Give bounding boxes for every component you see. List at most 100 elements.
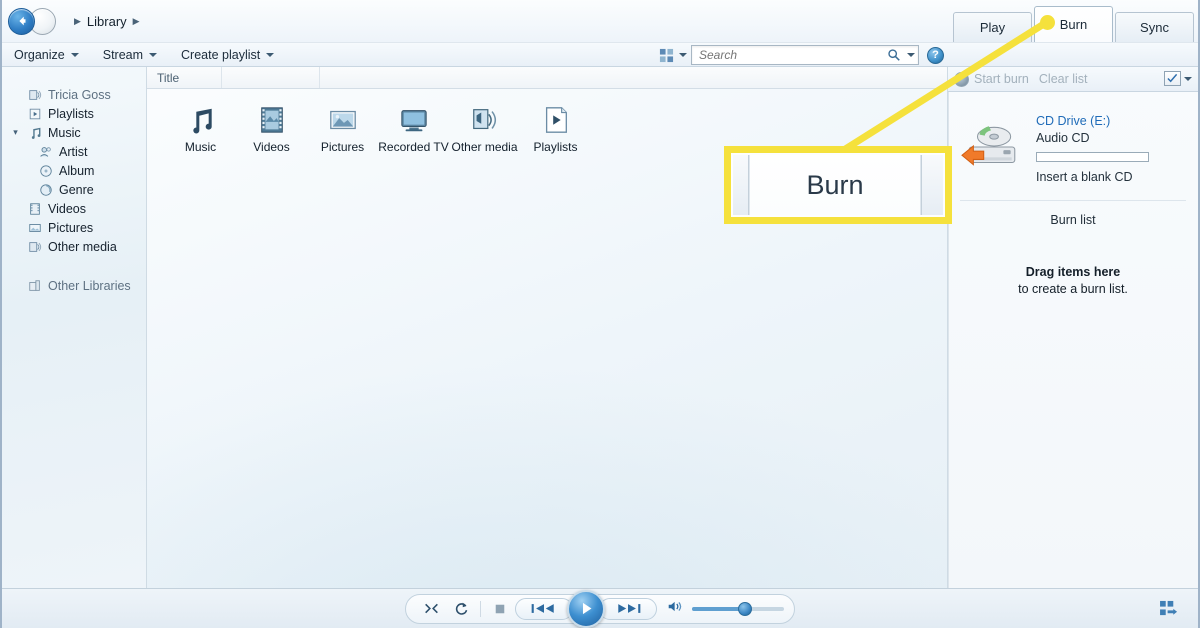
previous-button[interactable] — [515, 597, 573, 620]
tab-burn-label: Burn — [1059, 17, 1088, 32]
other-media-icon — [470, 103, 500, 135]
artist-icon — [38, 144, 53, 159]
burn-list-drop-zone[interactable]: Drag items here to create a burn list. — [948, 227, 1198, 296]
search-box[interactable] — [691, 45, 919, 65]
sidebar-label: Pictures — [48, 220, 94, 235]
library-tile-other-media[interactable]: Other media — [449, 103, 520, 154]
library-tiles: Music Videos Pictures Recorded TV Other … — [147, 89, 947, 154]
clear-list-button[interactable]: Clear list — [1039, 72, 1088, 86]
sidebar-item-other-media[interactable]: Other media — [2, 237, 146, 256]
organize-menu[interactable]: Organize — [2, 43, 91, 66]
switch-to-now-playing-icon[interactable] — [1158, 600, 1180, 618]
help-icon[interactable]: ? — [927, 46, 944, 64]
main-body: Tricia Goss Playlists ▾ Music Artist Alb… — [2, 67, 1198, 588]
library-tile-label: Recorded TV — [378, 140, 449, 154]
other-media-icon — [27, 239, 42, 254]
column-header-title[interactable]: Title — [147, 67, 222, 88]
playlist-page-icon — [541, 103, 571, 135]
sidebar-item-album[interactable]: Album — [2, 161, 146, 180]
sidebar-item-playlists[interactable]: Playlists — [2, 104, 146, 123]
volume-slider[interactable] — [692, 601, 784, 616]
play-button[interactable] — [567, 589, 605, 628]
genre-icon — [38, 182, 53, 197]
sidebar-label: Videos — [48, 201, 86, 216]
library-tile-playlists[interactable]: Playlists — [520, 103, 591, 154]
shuffle-icon[interactable] — [416, 596, 446, 622]
chevron-down-icon[interactable]: ▾ — [10, 127, 21, 138]
burn-list-heading: Burn list — [1050, 213, 1096, 227]
music-note-icon — [186, 103, 216, 135]
playlist-icon — [27, 106, 42, 121]
callout-burn-tab[interactable]: Burn — [749, 155, 921, 215]
cd-drive-info: CD Drive (E:) Audio CD Insert a blank CD — [1036, 110, 1149, 184]
sidebar-item-videos[interactable]: Videos — [2, 199, 146, 218]
view-options-icon[interactable] — [657, 47, 675, 64]
transport-separator — [480, 600, 481, 617]
next-button[interactable] — [599, 597, 657, 620]
repeat-icon[interactable] — [446, 596, 476, 622]
next-icon — [618, 604, 641, 613]
start-burn-button[interactable]: Start burn — [954, 71, 1029, 87]
drag-items-title: Drag items here — [1025, 265, 1121, 279]
sidebar-item-artist[interactable]: Artist — [2, 142, 146, 161]
library-tile-music[interactable]: Music — [165, 103, 236, 154]
cd-drive-icon — [956, 110, 1028, 184]
breadcrumb-item-library[interactable]: Library — [87, 14, 127, 29]
back-arrow-icon — [18, 16, 25, 26]
toolbar-right-group: ? — [657, 45, 944, 65]
album-icon — [38, 163, 53, 178]
stream-menu[interactable]: Stream — [91, 43, 169, 66]
back-button[interactable] — [8, 7, 35, 35]
chevron-down-icon — [149, 52, 158, 57]
burn-options-icon[interactable] — [1164, 71, 1181, 86]
search-input[interactable] — [699, 48, 887, 62]
search-chevron-down-icon[interactable] — [907, 53, 915, 57]
drag-items-subtitle: to create a burn list. — [1018, 282, 1128, 296]
create-playlist-menu[interactable]: Create playlist — [169, 43, 286, 66]
grid-view-glyph — [659, 48, 673, 62]
sidebar-label: Artist — [59, 144, 88, 159]
view-options-chevron-down-icon[interactable] — [679, 53, 687, 57]
sidebar-label: Other Libraries — [48, 278, 131, 293]
column-header-blank[interactable] — [222, 67, 320, 88]
tab-play[interactable]: Play — [953, 12, 1032, 42]
sidebar-label: Music — [48, 125, 81, 140]
media-player-window: ▶ Library ▶ Play Burn Sync Organize Stre… — [0, 0, 1200, 628]
volume-slider-thumb[interactable] — [738, 601, 752, 616]
library-user-icon — [27, 87, 42, 102]
view-tabs: Play Burn Sync — [951, 6, 1194, 42]
cd-drive-name[interactable]: CD Drive (E:) — [1036, 114, 1149, 128]
insert-disc-hint: Insert a blank CD — [1036, 170, 1133, 184]
volume-icon[interactable] — [667, 599, 684, 619]
sidebar-label: Playlists — [48, 106, 94, 121]
stream-label: Stream — [102, 47, 144, 62]
film-strip-icon — [257, 103, 287, 135]
sidebar-item-genre[interactable]: Genre — [2, 180, 146, 199]
sidebar-label: Other media — [48, 239, 117, 254]
sidebar-label: Genre — [59, 182, 94, 197]
breadcrumb-chevron-icon: ▶ — [74, 15, 81, 26]
music-note-icon — [27, 125, 42, 140]
tab-sync[interactable]: Sync — [1115, 12, 1194, 42]
library-tile-videos[interactable]: Videos — [236, 103, 307, 154]
search-icon[interactable] — [887, 48, 901, 62]
burn-panel: Start burn Clear list CD Drive (E:) Audi… — [948, 67, 1198, 588]
library-tile-pictures[interactable]: Pictures — [307, 103, 378, 154]
sidebar-item-tricia-goss[interactable]: Tricia Goss — [2, 85, 146, 104]
breadcrumb-chevron-icon-2[interactable]: ▶ — [133, 16, 140, 27]
sidebar-item-pictures[interactable]: Pictures — [2, 218, 146, 237]
stop-icon[interactable] — [485, 596, 515, 622]
main-toolbar: Organize Stream Create playlist Search ? — [2, 42, 1198, 67]
burn-options-chevron-down-icon[interactable] — [1184, 76, 1192, 81]
sidebar-item-other-libraries[interactable]: Other Libraries — [2, 276, 146, 295]
tab-play-label: Play — [979, 20, 1006, 35]
navigation-sidebar: Tricia Goss Playlists ▾ Music Artist Alb… — [2, 67, 147, 588]
clear-list-label: Clear list — [1038, 72, 1088, 86]
burn-options-group[interactable] — [1164, 71, 1192, 86]
library-tile-recorded-tv[interactable]: Recorded TV — [378, 103, 449, 154]
callout-magnified-burn-tab: Burn — [724, 146, 952, 224]
tab-sync-label: Sync — [1140, 20, 1169, 35]
sidebar-item-music[interactable]: ▾ Music — [2, 123, 146, 142]
title-bar: ▶ Library ▶ Play Burn Sync — [2, 0, 1198, 42]
callout-left-tab-edge — [733, 155, 749, 215]
